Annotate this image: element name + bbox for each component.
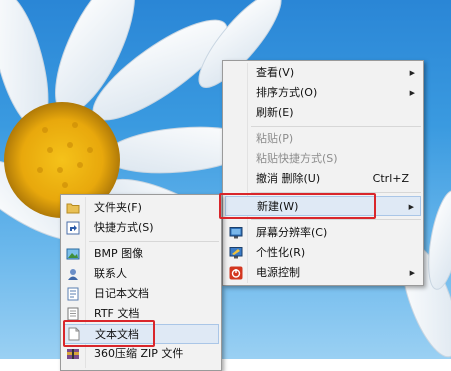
menu-item-label: 电源控制	[256, 266, 300, 279]
submenu-item-label: 快捷方式(S)	[94, 221, 154, 234]
chevron-right-icon: ▶	[408, 203, 414, 211]
desktop-context-menu: 查看(V) ▶ 排序方式(O) ▶ 刷新(E) 粘贴(P) 粘贴快捷方式(S) …	[222, 60, 424, 286]
menu-item-label: 刷新(E)	[256, 106, 294, 119]
menu-item-label: 粘贴(P)	[256, 132, 294, 145]
submenu-item-zip-file[interactable]: 360压缩 ZIP 文件	[61, 344, 221, 364]
menu-item-power-control[interactable]: 电源控制 ▶	[223, 263, 423, 283]
menu-item-undo-delete[interactable]: 撤消 删除(U) Ctrl+Z	[223, 169, 423, 189]
menu-item-paste-shortcut[interactable]: 粘贴快捷方式(S)	[223, 149, 423, 169]
submenu-item-label: 文件夹(F)	[94, 201, 142, 214]
menu-item-sort-by[interactable]: 排序方式(O) ▶	[223, 83, 423, 103]
submenu-item-contact[interactable]: 联系人	[61, 264, 221, 284]
menu-item-label: 屏幕分辨率(C)	[256, 226, 328, 239]
contact-icon	[66, 267, 80, 281]
menu-item-label: 排序方式(O)	[256, 86, 318, 99]
menu-separator	[251, 126, 421, 127]
personalize-icon	[229, 246, 243, 260]
highlight-box-new	[219, 193, 376, 219]
submenu-item-journal[interactable]: 日记本文档	[61, 284, 221, 304]
menu-item-personalize[interactable]: 个性化(R)	[223, 243, 423, 263]
chevron-right-icon: ▶	[409, 69, 415, 77]
menu-item-refresh[interactable]: 刷新(E)	[223, 103, 423, 123]
journal-icon	[66, 287, 80, 301]
shortcut-icon	[66, 221, 80, 235]
menu-item-screen-resolution[interactable]: 屏幕分辨率(C)	[223, 223, 423, 243]
display-icon	[229, 226, 243, 240]
menu-item-view[interactable]: 查看(V) ▶	[223, 63, 423, 83]
menu-item-shortcut: Ctrl+Z	[372, 172, 409, 185]
menu-item-label: 撤消 删除(U)	[256, 172, 321, 185]
submenu-item-shortcut[interactable]: 快捷方式(S)	[61, 218, 221, 238]
chevron-right-icon: ▶	[409, 269, 415, 277]
chevron-right-icon: ▶	[409, 89, 415, 97]
submenu-item-label: BMP 图像	[94, 247, 144, 260]
rtf-icon	[66, 307, 80, 321]
menu-item-paste[interactable]: 粘贴(P)	[223, 129, 423, 149]
menu-separator	[89, 241, 219, 242]
submenu-item-label: 360压缩 ZIP 文件	[94, 347, 184, 360]
submenu-item-label: 联系人	[94, 267, 127, 280]
highlight-box-text-document	[63, 320, 155, 347]
folder-icon	[66, 201, 80, 215]
bmp-image-icon	[66, 247, 80, 261]
menu-separator	[251, 219, 421, 220]
submenu-item-label: 日记本文档	[94, 287, 149, 300]
menu-item-label: 个性化(R)	[256, 246, 306, 259]
submenu-item-folder[interactable]: 文件夹(F)	[61, 198, 221, 218]
menu-item-label: 粘贴快捷方式(S)	[256, 152, 338, 165]
power-icon	[229, 266, 243, 280]
menu-item-label: 查看(V)	[256, 66, 295, 79]
submenu-item-bmp-image[interactable]: BMP 图像	[61, 244, 221, 264]
